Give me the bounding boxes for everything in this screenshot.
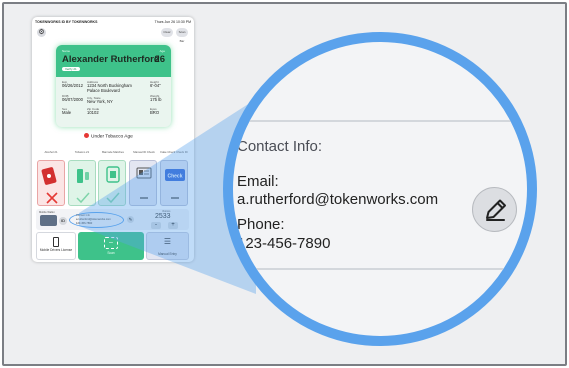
module-manual[interactable] (129, 160, 157, 206)
module-tobacco[interactable] (68, 160, 96, 206)
counter-value: 2533 (155, 213, 171, 220)
contact-row: Mobile Wallet ID Contact Info a.rutherfo… (36, 209, 189, 230)
manual-entry-button[interactable]: ☰ Manual Entry (146, 232, 189, 260)
magnifier-lens: Contact Info: Email: a.rutherford@tokenw… (223, 32, 537, 346)
screenshot-frame: TOKENWORKS ID BY TOKENWORKS Thurs Jun 26… (2, 2, 567, 366)
alert-dot-icon (84, 133, 89, 138)
person-name: Alexander Rutherford (62, 54, 160, 65)
manual-id-icon (136, 167, 152, 199)
edit-pencil-icon (486, 199, 506, 221)
manual-entry-label: Manual Entry (158, 252, 177, 256)
alcohol-fail-icon (41, 167, 58, 204)
module-alcohol[interactable] (37, 160, 65, 206)
manual-entry-icon: ☰ (163, 237, 172, 246)
scan-button[interactable]: – Scan (78, 232, 144, 260)
dob-value: 06/07/2000 (62, 97, 83, 102)
person-age: 26 (154, 54, 165, 65)
contact-section-label: Mobile Wallet (39, 211, 55, 214)
contact-info-title: Contact Info: (237, 138, 323, 155)
module-barcode[interactable] (98, 160, 126, 206)
contact-small-title: Contact Info (76, 214, 90, 217)
module-header-alcohol: Alcohol 21 (44, 150, 58, 154)
svg-text:Check: Check (167, 174, 182, 180)
height-value: 6'-04" (150, 83, 161, 88)
check-modules: Alcohol 21 Tobacco 21 Barcode Matches Ma… (36, 151, 189, 207)
module-header-tobacco: Tobacco 21 (74, 150, 90, 154)
bottom-actions: Mobile Drivers License – Scan ☰ Manual E… (36, 232, 189, 260)
phone-label: Phone: (237, 216, 285, 233)
tobacco-pass-icon (76, 169, 90, 204)
edit-small-icon[interactable]: ✎ (127, 216, 134, 223)
clear-button[interactable]: Clear (161, 28, 173, 37)
module-header-manual: Manual ID Check (133, 150, 155, 154)
status-bar: TOKENWORKS ID BY TOKENWORKS Thurs Jun 26… (35, 19, 191, 26)
module-fake-check[interactable]: Check (160, 160, 188, 206)
module-header-fake-check: Fake Check Check ID (160, 150, 188, 154)
sex-value: Male (62, 110, 72, 115)
contact-small-phone: 123-456-7890 (76, 222, 93, 225)
counter-minus-button[interactable]: - (151, 222, 161, 229)
phone-value: 123-456-7890 (237, 235, 331, 252)
tobacco-status-text: Under Tobacco Age (91, 134, 133, 140)
exp-value: 06/26/2012 (62, 83, 83, 88)
address-value: 1234 North Buckingham Palace Boulevard (87, 83, 132, 93)
contact-small-email: a.rutherford@tokenworks.com (76, 218, 111, 221)
bottom-divider (233, 268, 527, 270)
eyes-value: BRO (150, 110, 160, 115)
id-card: Name Alexander Rutherford Age 26 Verify … (56, 45, 171, 127)
scan-bar-button[interactable]: Scan Bar (176, 28, 188, 43)
status-time: Thurs Jun 26 10:30 PM (154, 20, 191, 24)
name-label: Name (62, 49, 71, 53)
city-value: New York, NY (87, 99, 113, 104)
barcode-pass-icon (106, 166, 120, 204)
scan-icon: – (104, 237, 118, 249)
counter-plus-button[interactable]: + (168, 222, 178, 229)
id-badge-icon: ID (59, 217, 67, 225)
scan-label: Scan (107, 251, 115, 255)
email-label: Email: (237, 173, 279, 190)
zip-value: 10102 (87, 110, 99, 115)
top-divider (233, 120, 527, 122)
age-label: Age (159, 49, 165, 53)
mobile-id-icon (53, 237, 59, 247)
status-app-name: TOKENWORKS ID BY TOKENWORKS (35, 20, 98, 24)
mobile-drivers-license-button[interactable]: Mobile Drivers License (36, 232, 76, 260)
magnified-contact-info: Contact Info: Email: a.rutherford@tokenw… (233, 42, 527, 336)
tobacco-status: Under Tobacco Age (84, 133, 133, 140)
gear-icon[interactable]: ⚙ (37, 28, 46, 37)
weight-value: 175 lb (150, 97, 162, 102)
module-header-barcode: Barcode Matches (102, 150, 124, 154)
id-thumbnail (40, 215, 57, 226)
phone-screen: TOKENWORKS ID BY TOKENWORKS Thurs Jun 26… (32, 17, 194, 262)
email-value: a.rutherford@tokenworks.com (237, 191, 439, 208)
edit-contact-button[interactable] (472, 187, 517, 232)
age-badge: Verify 21 (62, 67, 80, 71)
mobile-drivers-license-label: Mobile Drivers License (39, 248, 73, 252)
fake-check-logo-icon: Check (165, 169, 185, 199)
